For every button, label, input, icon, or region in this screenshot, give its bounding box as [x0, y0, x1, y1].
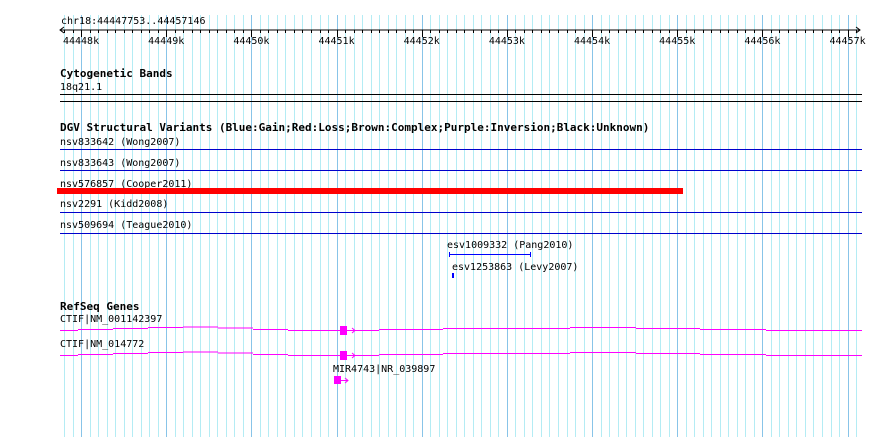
gene-label[interactable]: MIR4743|NR_039897	[333, 364, 435, 375]
exon	[340, 351, 347, 360]
track-title: DGV Structural Variants (Blue:Gain;Red:L…	[60, 121, 649, 134]
transcript-ctif-nm-001142397[interactable]	[60, 326, 862, 335]
track-title: Cytogenetic Bands	[60, 67, 173, 80]
tick-label: 44452k	[404, 36, 440, 47]
genome-browser-panel: chr18:44447753..44457146 44448k 44449k 444…	[0, 0, 890, 437]
region-label: chr18:44447753..44457146	[61, 16, 206, 27]
variant-label[interactable]: nsv2291 (Kidd2008)	[60, 199, 168, 210]
tick-label: 44456k	[744, 36, 780, 47]
variant-label[interactable]: nsv509694 (Teague2010)	[60, 220, 192, 231]
tick-label: 44457k	[830, 36, 866, 47]
tick-label: 44453k	[489, 36, 525, 47]
gene-label[interactable]: CTIF|NM_001142397	[60, 314, 162, 325]
variant-label[interactable]: esv1253863 (Levy2007)	[452, 262, 578, 273]
variant-label[interactable]: nsv833643 (Wong2007)	[60, 158, 180, 169]
variant-label[interactable]: nsv833642 (Wong2007)	[60, 137, 180, 148]
transcript-ctif-nm-014772[interactable]	[60, 351, 862, 360]
variant-bar[interactable]	[452, 273, 454, 278]
track-canvas[interactable]: chr18:44447753..44457146 44448k 44449k 444…	[0, 0, 890, 437]
band-label[interactable]: 18q21.1	[60, 82, 102, 93]
tick-label: 44448k	[63, 36, 99, 47]
tick-label: 44450k	[233, 36, 269, 47]
tick-label: 44454k	[574, 36, 610, 47]
tick-label: 44455k	[659, 36, 695, 47]
track-title: RefSeq Genes	[60, 300, 139, 313]
dgv-track: DGV Structural Variants (Blue:Gain;Red:L…	[57, 121, 862, 278]
cytoband-track: Cytogenetic Bands 18q21.1	[60, 67, 862, 102]
exon	[340, 326, 347, 335]
variant-label[interactable]: esv1009332 (Pang2010)	[447, 240, 573, 251]
tick-label: 44449k	[148, 36, 184, 47]
ruler[interactable]: chr18:44447753..44457146 44448k 44449k 444…	[59, 16, 866, 47]
refseq-track: RefSeq Genes CTIF|NM_001142397 CTIF|NM_0…	[60, 300, 862, 384]
gene-label[interactable]: CTIF|NM_014772	[60, 339, 144, 350]
variant-bar-loss[interactable]	[57, 188, 683, 194]
tick-label: 44451k	[318, 36, 354, 47]
